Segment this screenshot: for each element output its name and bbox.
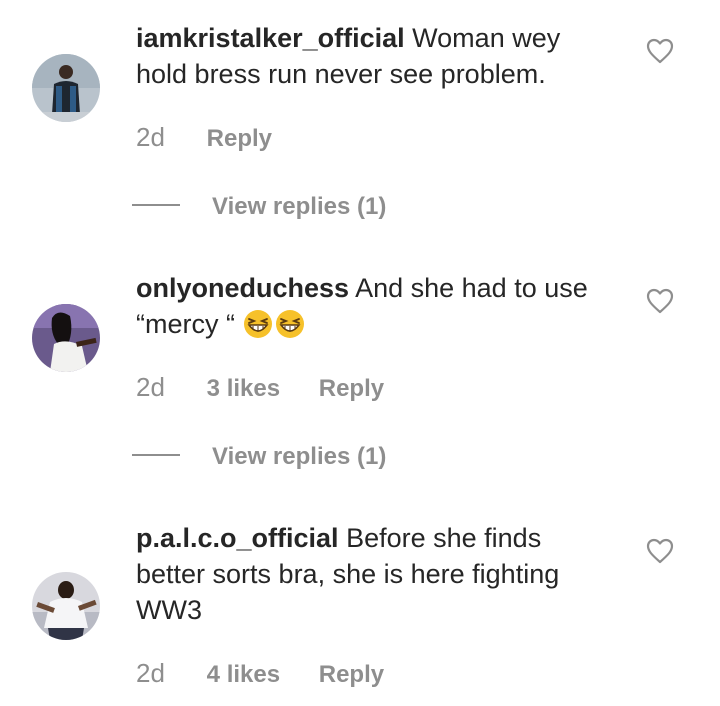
divider-line <box>132 454 180 456</box>
reply-button[interactable]: Reply <box>319 661 384 688</box>
heart-outline-icon[interactable] <box>646 288 674 314</box>
avatar[interactable] <box>32 572 100 640</box>
reply-button[interactable]: Reply <box>207 125 272 152</box>
comment-meta: 2d Reply <box>136 122 272 154</box>
comment-meta: 2d 4 likes Reply <box>136 658 384 690</box>
comment-username[interactable]: onlyoneduchess <box>136 273 349 303</box>
comment-time: 2d <box>136 372 165 402</box>
comment-text: onlyoneduchess And she had to use “mercy… <box>136 270 616 342</box>
likes-count[interactable]: 4 likes <box>207 660 280 690</box>
heart-outline-icon[interactable] <box>646 38 674 64</box>
view-replies-label: View replies (1) <box>212 443 387 470</box>
grinning-squinting-face-emoji <box>243 310 272 338</box>
reply-button[interactable]: Reply <box>319 375 384 402</box>
heart-outline-icon[interactable] <box>646 538 674 564</box>
view-replies-button[interactable]: View replies (1) <box>132 192 386 222</box>
view-replies-button[interactable]: View replies (1) <box>132 442 386 472</box>
divider-line <box>132 204 180 206</box>
comment-time: 2d <box>136 658 165 688</box>
view-replies-label: View replies (1) <box>212 193 387 220</box>
comment-text: p.a.l.c.o_official Before she finds bett… <box>136 520 616 628</box>
grinning-squinting-face-emoji <box>275 310 304 338</box>
likes-count[interactable]: 3 likes <box>207 374 280 404</box>
avatar[interactable] <box>32 54 100 122</box>
comment-username[interactable]: p.a.l.c.o_official <box>136 523 339 553</box>
comment-text: iamkristalker_official Woman wey hold br… <box>136 20 616 92</box>
comment-time: 2d <box>136 122 165 152</box>
comment-meta: 2d 3 likes Reply <box>136 372 384 404</box>
comment-username[interactable]: iamkristalker_official <box>136 23 405 53</box>
avatar[interactable] <box>32 304 100 372</box>
